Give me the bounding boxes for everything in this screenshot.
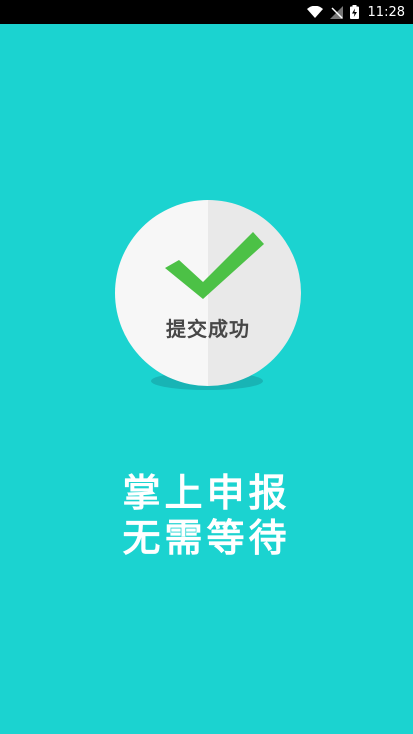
- clock-time: 11:28: [367, 4, 405, 20]
- wifi-icon: [306, 6, 323, 18]
- success-label: 提交成功: [166, 317, 250, 341]
- slogan-line-2: 无需等待: [122, 516, 291, 560]
- status-icons: 11:28: [306, 0, 405, 24]
- slogan-line-1: 掌上申报: [122, 471, 291, 515]
- signal-off-icon: [329, 5, 343, 19]
- success-screen: 11:28 提交成功 掌上申报 无需等待: [0, 0, 413, 734]
- checkmark-icon: [165, 232, 265, 306]
- battery-charging-icon: [349, 5, 359, 19]
- status-bar: 11:28: [0, 0, 413, 24]
